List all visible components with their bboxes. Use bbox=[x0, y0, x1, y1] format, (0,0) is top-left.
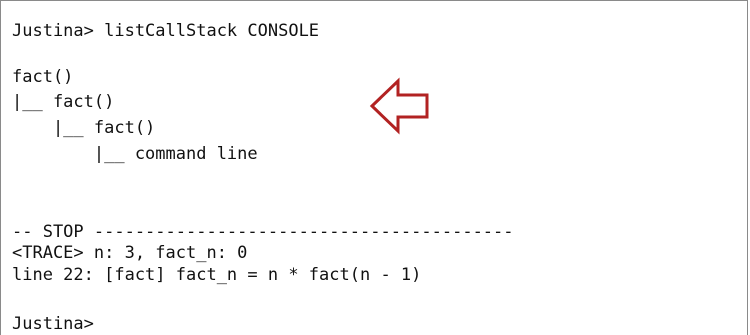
call-stack-line-1: fact() bbox=[12, 67, 74, 87]
call-stack-line-4: |__ command line bbox=[12, 144, 258, 164]
trace-line: <TRACE> n: 3, fact_n: 0 bbox=[12, 243, 248, 263]
console-prompt-command: Justina> listCallStack CONSOLE bbox=[12, 21, 320, 41]
source-line: line 22: [fact] fact_n = n * fact(n - 1) bbox=[12, 265, 422, 285]
call-stack-line-2: |__ fact() bbox=[12, 92, 115, 112]
console-window[interactable]: Justina> listCallStack CONSOLE fact() |_… bbox=[0, 0, 748, 335]
left-arrow-icon bbox=[369, 77, 429, 135]
stop-separator: -- STOP --------------------------------… bbox=[12, 222, 514, 242]
call-stack-line-3: |__ fact() bbox=[12, 118, 156, 138]
console-prompt[interactable]: Justina> bbox=[12, 314, 94, 334]
